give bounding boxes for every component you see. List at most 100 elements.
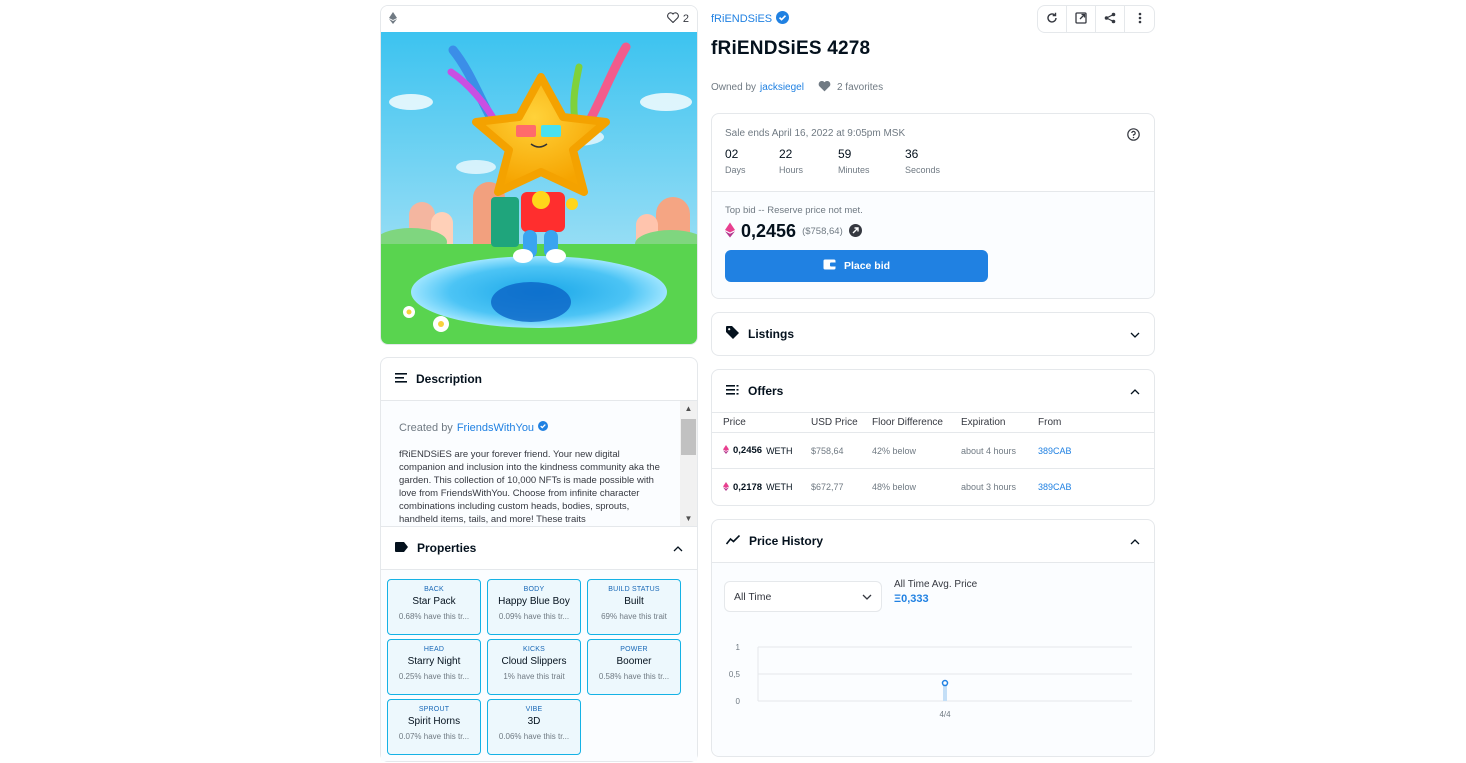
offer-from-link[interactable]: 389CAB xyxy=(1038,446,1138,456)
property-value: 3D xyxy=(527,716,541,727)
property-card[interactable]: SPROUT Spirit Horns 0.07% have this tr... xyxy=(387,699,481,755)
external-link-icon xyxy=(1075,11,1087,27)
scroll-up-icon[interactable]: ▲ xyxy=(680,401,697,417)
refresh-button[interactable] xyxy=(1038,6,1067,32)
offer-currency: WETH xyxy=(766,445,793,456)
property-rarity: 0.25% have this tr... xyxy=(398,672,470,681)
place-bid-button[interactable]: Place bid xyxy=(725,250,988,282)
wallet-icon xyxy=(823,259,836,273)
description-scrollbar[interactable]: ▲ ▼ xyxy=(680,401,697,526)
property-value: Boomer xyxy=(616,656,652,667)
chevron-down-icon xyxy=(862,591,872,603)
nft-image-card: 2 xyxy=(380,5,698,345)
chevron-up-icon[interactable] xyxy=(673,541,683,555)
property-rarity: 0.06% have this tr... xyxy=(498,732,570,741)
countdown-label: Days xyxy=(725,165,746,175)
sale-panel: Sale ends April 16, 2022 at 9:05pm MSK 0… xyxy=(711,113,1155,299)
offers-title: Offers xyxy=(748,384,784,398)
tag-icon xyxy=(726,326,739,342)
right-column: fRiENDSiES fRiENDSiES 4278 Owned by jack… xyxy=(711,5,1155,757)
arrow-up-right-icon[interactable] xyxy=(848,223,862,240)
collection-link[interactable]: fRiENDSiES xyxy=(711,11,790,27)
open-external-button[interactable] xyxy=(1067,6,1096,32)
offer-from-link[interactable]: 389CAB xyxy=(1038,482,1138,492)
property-type: VIBE xyxy=(525,706,543,713)
table-row: 0,2456 WETH $758,64 42% below about 4 ho… xyxy=(712,433,1154,469)
chevron-down-icon[interactable] xyxy=(1130,327,1140,341)
property-card[interactable]: BACK Star Pack 0.68% have this tr... xyxy=(387,579,481,635)
share-button[interactable] xyxy=(1096,6,1125,32)
favorites-info: 2 favorites xyxy=(818,80,883,95)
left-column: 2 Description Created by FriendsWithYou … xyxy=(380,5,698,762)
avg-price-value: Ξ0,333 xyxy=(894,593,929,605)
column-header: Floor Difference xyxy=(872,417,943,428)
properties-panel: Properties BACK Star Pack 0.68% have this … xyxy=(380,526,698,762)
heart-icon xyxy=(666,12,679,26)
action-buttons xyxy=(1037,5,1155,33)
current-price: 0,2456 xyxy=(741,221,797,241)
chevron-up-icon[interactable] xyxy=(1130,534,1140,548)
price-history-body: All Time All Time Avg. Price Ξ0,333 1 0,5… xyxy=(712,562,1154,756)
verified-icon xyxy=(776,11,790,27)
property-card[interactable]: HEAD Starry Night 0.25% have this tr... xyxy=(387,639,481,695)
description-body: Created by FriendsWithYou fRiENDSiES are… xyxy=(381,400,697,526)
countdown: 02 Days 22 Hours 59 Minutes 36 Seconds xyxy=(725,147,1141,175)
property-card[interactable]: POWER Boomer 0.58% have this tr... xyxy=(587,639,681,695)
offer-floor-diff: 42% below xyxy=(872,445,917,456)
listings-header[interactable]: Listings xyxy=(712,313,1154,355)
favorite-button[interactable]: 2 xyxy=(666,12,689,26)
owner-row: Owned by jacksiegel 2 favorites xyxy=(711,80,1155,95)
property-type: POWER xyxy=(620,646,648,653)
owner-link[interactable]: jacksiegel xyxy=(760,82,804,93)
offer-expiration: about 3 hours xyxy=(961,482,1017,492)
help-icon[interactable] xyxy=(1127,128,1140,144)
countdown-value: 59 xyxy=(838,147,852,161)
property-card[interactable]: BUILD STATUS Built 69% have this trait xyxy=(587,579,681,635)
time-range-select[interactable]: All Time xyxy=(724,581,882,612)
property-card[interactable]: VIBE 3D 0.06% have this tr... xyxy=(487,699,581,755)
collection-row: fRiENDSiES xyxy=(711,5,1155,33)
price-history-chart: 1 0,5 0 4/4 xyxy=(729,643,1132,719)
offer-currency: WETH xyxy=(766,482,793,492)
current-price-usd: ($758,64) xyxy=(802,226,843,237)
table-row: 0,2178 WETH $672,77 48% below about 3 ho… xyxy=(712,469,1154,505)
chevron-up-icon[interactable] xyxy=(1130,384,1140,398)
countdown-label: Minutes xyxy=(838,165,870,175)
property-type: BACK xyxy=(424,586,444,593)
property-rarity: 1% have this trait xyxy=(503,672,565,681)
offer-usd: $672,77 xyxy=(811,482,844,492)
place-bid-label: Place bid xyxy=(843,260,891,272)
column-header: Expiration xyxy=(961,417,1006,428)
more-vertical-icon xyxy=(1138,12,1142,27)
property-type: BODY xyxy=(523,586,545,593)
share-icon xyxy=(1104,12,1116,27)
bid-section: Top bid -- Reserve price not met. 0,2456… xyxy=(712,192,1154,298)
offers-header[interactable]: Offers xyxy=(712,370,1154,412)
image-card-header: 2 xyxy=(381,6,697,32)
description-text: fRiENDSiES are your forever friend. Your… xyxy=(399,449,660,525)
eth-icon xyxy=(723,445,729,456)
description-panel: Description Created by FriendsWithYou fR… xyxy=(380,357,698,526)
collection-name: fRiENDSiES xyxy=(711,13,773,25)
scrollbar-thumb[interactable] xyxy=(681,419,696,455)
property-card[interactable]: BODY Happy Blue Boy 0.09% have this tr... xyxy=(487,579,581,635)
offers-panel: Offers Price USD Price Floor Difference … xyxy=(711,369,1155,506)
property-card[interactable]: KICKS Cloud Slippers 1% have this trait xyxy=(487,639,581,695)
created-by-label: Created by xyxy=(399,421,453,434)
property-type: HEAD xyxy=(423,646,445,653)
price-history-header[interactable]: Price History xyxy=(712,520,1154,562)
creator-link[interactable]: FriendsWithYou xyxy=(457,422,534,434)
nft-image[interactable] xyxy=(381,32,697,344)
properties-grid: BACK Star Pack 0.68% have this tr... BODY H… xyxy=(381,569,697,761)
price-history-panel: Price History All Time All Time Avg. Pri… xyxy=(711,519,1155,757)
time-range-value: All Time xyxy=(734,590,772,603)
properties-header[interactable]: Properties xyxy=(381,527,697,569)
property-value: Happy Blue Boy xyxy=(498,596,570,607)
scroll-down-icon[interactable]: ▼ xyxy=(680,511,697,526)
property-type: SPROUT xyxy=(418,706,450,713)
offer-expiration: about 4 hours xyxy=(961,445,1017,456)
more-options-button[interactable] xyxy=(1125,6,1154,32)
column-header: USD Price xyxy=(811,417,858,428)
description-header[interactable]: Description xyxy=(381,358,697,400)
avg-price: All Time Avg. Price Ξ0,333 xyxy=(894,579,977,605)
